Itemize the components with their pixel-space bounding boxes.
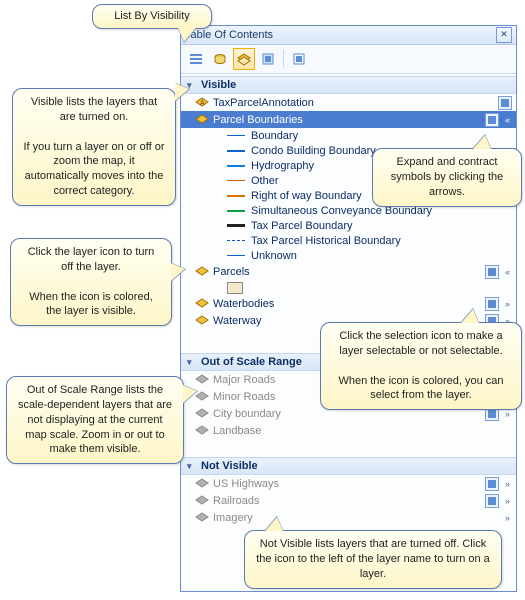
toolbar: [181, 45, 516, 74]
symbol-label: Unknown: [251, 250, 297, 262]
symbol-label: Tax Parcel Boundary: [251, 220, 353, 232]
symbol-row: [181, 280, 516, 295]
layer-name: US Highways: [213, 478, 481, 490]
symbol-line-icon: [227, 255, 245, 256]
list-by-source-button[interactable]: [209, 48, 231, 70]
chevron-down-icon[interactable]: »: [503, 299, 512, 309]
section-label: Out of Scale Range: [201, 356, 302, 368]
section-label: Visible: [201, 79, 236, 91]
symbol-line-icon: [227, 224, 245, 227]
symbol-row: Boundary: [181, 128, 516, 143]
group-layer-icon[interactable]: [195, 425, 209, 437]
chevron-down-icon[interactable]: »: [503, 479, 512, 489]
symbol-label: Right of way Boundary: [251, 190, 362, 202]
polygon-layer-icon[interactable]: [195, 266, 209, 278]
layer-row[interactable]: Parcels «: [181, 263, 516, 280]
line-layer-icon[interactable]: [195, 374, 209, 386]
annotation-layer-icon[interactable]: A: [195, 97, 209, 109]
symbol-label: Tax Parcel Historical Boundary: [251, 235, 401, 247]
symbol-row: Tax Parcel Historical Boundary: [181, 233, 516, 248]
chevron-down-icon[interactable]: »: [503, 513, 512, 523]
list-by-drawing-order-button[interactable]: [185, 48, 207, 70]
symbol-label: Hydrography: [251, 160, 314, 172]
toolbar-options-button[interactable]: [288, 48, 310, 70]
callout-text: Out of Scale Range lists the scale-depen…: [18, 384, 172, 455]
symbol-row: Tax Parcel Boundary: [181, 218, 516, 233]
layer-row[interactable]: Railroads »: [181, 492, 516, 509]
layer-row[interactable]: Imagery »: [181, 509, 516, 526]
selection-toggle-icon[interactable]: [485, 477, 499, 491]
layer-name: Imagery: [213, 512, 499, 524]
section-visible[interactable]: ▾ Visible: [181, 76, 516, 94]
symbol-line-icon: [227, 150, 245, 152]
polygon-layer-icon[interactable]: [195, 298, 209, 310]
panel-title: Table Of Contents: [185, 29, 496, 41]
callout-layer-icon: Click the layer icon to turn off the lay…: [10, 238, 172, 326]
callout-text: Click the layer icon to turn off the lay…: [21, 245, 161, 319]
symbol-line-icon: [227, 195, 245, 197]
chevron-up-icon[interactable]: «: [503, 267, 512, 277]
polygon-swatch-icon: [227, 282, 243, 294]
selection-toggle-icon[interactable]: [485, 265, 499, 279]
callout-expand: Expand and contract symbols by clicking …: [372, 148, 522, 207]
close-icon[interactable]: ✕: [496, 27, 512, 43]
callout-text: Not Visible lists layers that are turned…: [256, 538, 490, 580]
layer-row-selected[interactable]: Parcel Boundaries «: [181, 111, 516, 128]
panel-titlebar[interactable]: Table Of Contents ✕: [181, 26, 516, 45]
section-not-visible[interactable]: ▾ Not Visible: [181, 457, 516, 475]
layer-row[interactable]: A TaxParcelAnnotation: [181, 94, 516, 111]
layer-name: TaxParcelAnnotation: [213, 97, 494, 109]
line-layer-icon[interactable]: [195, 478, 209, 490]
layer-row[interactable]: US Highways »: [181, 475, 516, 492]
symbol-row: Unknown: [181, 248, 516, 263]
line-layer-icon[interactable]: [195, 114, 209, 126]
collapse-icon[interactable]: ▾: [187, 461, 197, 472]
symbol-label: Boundary: [251, 130, 298, 142]
callout-text: Visible lists the layers that are turned…: [23, 95, 165, 199]
raster-layer-icon[interactable]: [195, 512, 209, 524]
symbol-line-icon: [227, 240, 245, 241]
symbol-line-icon: [227, 210, 245, 212]
selection-toggle-icon[interactable]: [485, 494, 499, 508]
line-layer-icon[interactable]: [195, 315, 209, 327]
symbol-line-icon: [227, 165, 245, 167]
callout-visible: Visible lists the layers that are turned…: [12, 88, 176, 206]
callout-text: Expand and contract symbols by clicking …: [391, 156, 504, 198]
layer-name: Parcel Boundaries: [213, 114, 481, 126]
chevron-down-icon[interactable]: »: [503, 496, 512, 506]
symbol-label: Condo Building Boundary: [251, 145, 376, 157]
chevron-up-icon[interactable]: «: [503, 115, 512, 125]
line-layer-icon[interactable]: [195, 391, 209, 403]
list-by-selection-button[interactable]: [257, 48, 279, 70]
symbol-line-icon: [227, 180, 245, 181]
section-label: Not Visible: [201, 460, 258, 472]
callout-text: Click the selection icon to make a layer…: [331, 329, 511, 403]
layer-name: Railroads: [213, 495, 481, 507]
callout-out-of-scale: Out of Scale Range lists the scale-depen…: [6, 376, 184, 464]
list-by-visibility-button[interactable]: [233, 48, 255, 70]
layer-name: Landbase: [213, 425, 512, 437]
collapse-icon[interactable]: ▾: [187, 357, 197, 368]
callout-selection: Click the selection icon to make a layer…: [320, 322, 522, 410]
selection-toggle-icon[interactable]: [498, 96, 512, 110]
polygon-layer-icon[interactable]: [195, 408, 209, 420]
toolbar-separator: [283, 50, 284, 68]
selection-toggle-icon[interactable]: [485, 297, 499, 311]
svg-text:A: A: [200, 100, 205, 107]
symbol-line-icon: [227, 135, 245, 136]
callout-text: List By Visibility: [114, 10, 190, 22]
layer-name: Parcels: [213, 266, 481, 278]
line-layer-icon[interactable]: [195, 495, 209, 507]
layer-name: Waterbodies: [213, 298, 481, 310]
symbol-label: Other: [251, 175, 279, 187]
selection-toggle-icon[interactable]: [485, 113, 499, 127]
layer-row[interactable]: Landbase: [181, 422, 516, 439]
callout-not-visible: Not Visible lists layers that are turned…: [244, 530, 502, 589]
callout-list-by: List By Visibility: [92, 4, 212, 29]
